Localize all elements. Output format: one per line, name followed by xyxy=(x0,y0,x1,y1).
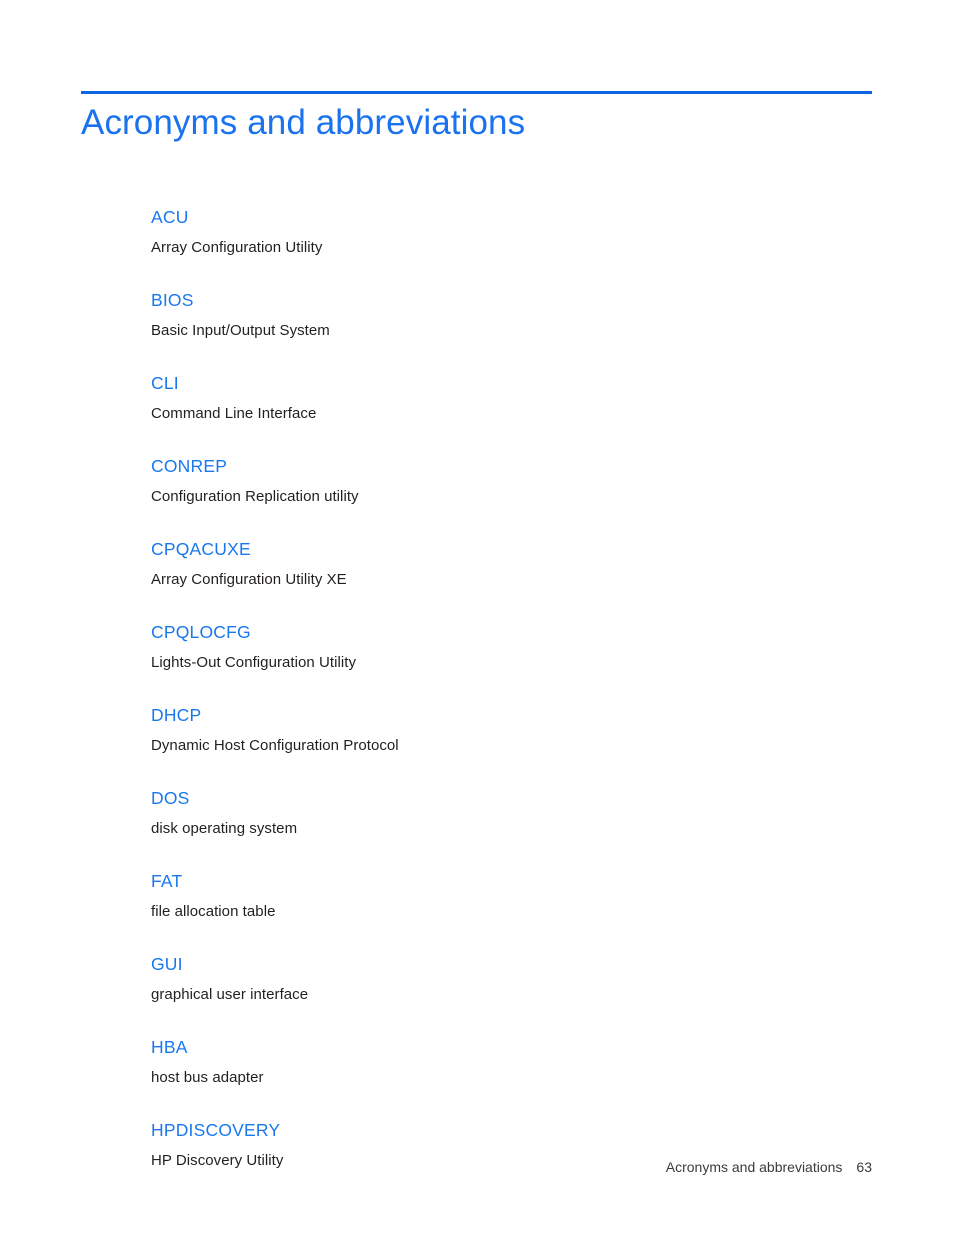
document-page: Acronyms and abbreviations ACU Array Conf… xyxy=(0,0,954,1235)
glossary-entry: GUI graphical user interface xyxy=(151,953,871,1005)
glossary-entry: FAT file allocation table xyxy=(151,870,871,922)
glossary-term[interactable]: ACU xyxy=(151,206,871,229)
glossary-term[interactable]: CONREP xyxy=(151,455,871,478)
glossary-term[interactable]: CPQACUXE xyxy=(151,538,871,561)
glossary-definition: Array Configuration Utility xyxy=(151,239,323,256)
glossary-term[interactable]: CPQLOCFG xyxy=(151,621,871,644)
glossary-list: ACU Array Configuration Utility BIOS Basic … xyxy=(151,206,871,1171)
glossary-definition: disk operating system xyxy=(151,820,298,837)
glossary-term[interactable]: DHCP xyxy=(151,704,871,727)
glossary-definition: graphical user interface xyxy=(151,986,309,1003)
glossary-term[interactable]: FAT xyxy=(151,870,871,893)
glossary-term[interactable]: HBA xyxy=(151,1036,871,1059)
glossary-entry: CONREP Configuration Replication utility xyxy=(151,455,871,507)
glossary-definition: Lights-Out Configuration Utility xyxy=(151,654,357,671)
glossary-definition: host bus adapter xyxy=(151,1069,264,1086)
glossary-entry: HBA host bus adapter xyxy=(151,1036,871,1088)
glossary-entry: DOS disk operating system xyxy=(151,787,871,839)
glossary-definition: Basic Input/Output System xyxy=(151,322,330,339)
glossary-term[interactable]: BIOS xyxy=(151,289,871,312)
glossary-term[interactable]: GUI xyxy=(151,953,871,976)
footer-chapter-label: Acronyms and abbreviations xyxy=(665,1159,843,1175)
glossary-definition: Array Configuration Utility XE xyxy=(151,571,347,588)
glossary-definition: file allocation table xyxy=(151,903,276,920)
heading-divider-rule xyxy=(81,91,872,94)
glossary-term[interactable]: DOS xyxy=(151,787,871,810)
glossary-definition: Configuration Replication utility xyxy=(151,488,359,505)
footer-page-number: 63 xyxy=(856,1159,872,1175)
glossary-entry: CLI Command Line Interface xyxy=(151,372,871,424)
glossary-term[interactable]: CLI xyxy=(151,372,871,395)
glossary-definition: Command Line Interface xyxy=(151,405,317,422)
glossary-term[interactable]: HPDISCOVERY xyxy=(151,1119,871,1142)
page-title: Acronyms and abbreviations xyxy=(81,103,526,142)
glossary-entry: CPQLOCFG Lights-Out Configuration Utility xyxy=(151,621,871,673)
glossary-entry: ACU Array Configuration Utility xyxy=(151,206,871,258)
glossary-entry: BIOS Basic Input/Output System xyxy=(151,289,871,341)
glossary-entry: DHCP Dynamic Host Configuration Protocol xyxy=(151,704,871,756)
page-footer: Acronyms and abbreviations 63 xyxy=(81,1157,872,1177)
glossary-entry: CPQACUXE Array Configuration Utility XE xyxy=(151,538,871,590)
glossary-definition: Dynamic Host Configuration Protocol xyxy=(151,737,399,754)
